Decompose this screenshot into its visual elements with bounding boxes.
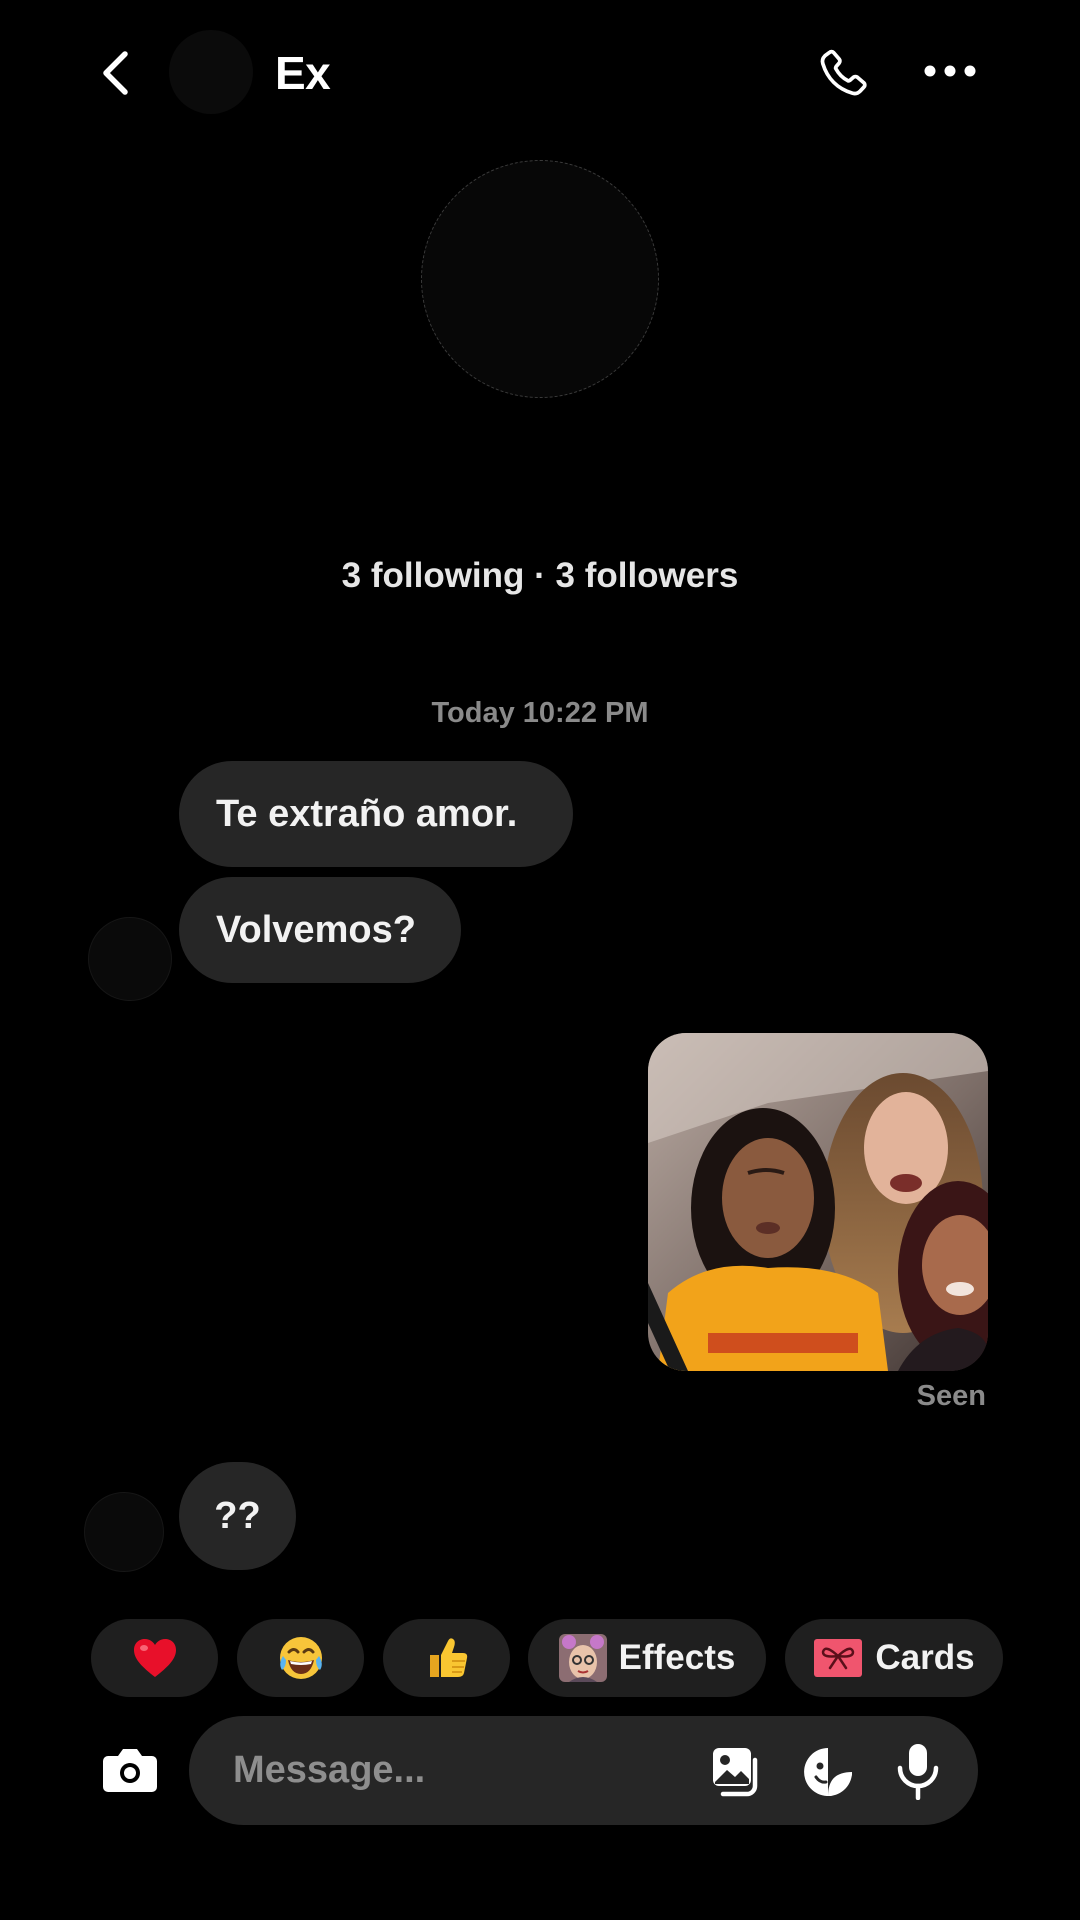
message-bubble[interactable]: ?? xyxy=(179,1462,296,1570)
quick-reply-laugh[interactable] xyxy=(237,1619,364,1697)
message-text: Volvemos? xyxy=(216,908,416,951)
effects-label: Effects xyxy=(618,1638,736,1677)
sender-avatar[interactable] xyxy=(88,917,172,1001)
gift-card-icon xyxy=(814,1639,863,1677)
microphone-icon xyxy=(897,1744,939,1801)
chevron-left-icon xyxy=(103,51,128,95)
cards-button[interactable]: Cards xyxy=(785,1619,1003,1697)
call-button[interactable] xyxy=(814,46,870,102)
thread-timestamp: Today 10:22 PM xyxy=(431,697,649,729)
profile-avatar[interactable] xyxy=(421,160,659,398)
chat-screen: Ex 3 following · 3 followers Today 10:22… xyxy=(0,0,1080,1920)
thumbs-up-icon xyxy=(429,1638,467,1677)
header-avatar[interactable] xyxy=(169,30,253,114)
effects-icon xyxy=(558,1634,607,1682)
effects-button[interactable]: Effects xyxy=(528,1619,766,1697)
photo-thumbnail xyxy=(648,1033,988,1371)
more-options-button[interactable] xyxy=(920,56,980,86)
message-bubble[interactable]: Volvemos? xyxy=(179,877,461,983)
message-input[interactable] xyxy=(233,1738,653,1802)
camera-button[interactable] xyxy=(100,1742,160,1798)
message-composer xyxy=(189,1716,978,1825)
back-button[interactable] xyxy=(95,48,139,98)
contact-name[interactable]: Ex xyxy=(275,46,331,100)
heart-icon xyxy=(133,1639,176,1677)
gallery-icon xyxy=(713,1748,758,1797)
sender-avatar[interactable] xyxy=(84,1492,164,1572)
chat-header: Ex xyxy=(0,0,1080,145)
more-horizontal-icon xyxy=(924,65,976,77)
quick-reply-thumbs-up[interactable] xyxy=(383,1619,510,1697)
message-bubble[interactable]: Te extraño amor. xyxy=(179,761,573,867)
camera-icon xyxy=(103,1749,157,1792)
cards-label: Cards xyxy=(875,1638,975,1677)
profile-stats: 3 following · 3 followers xyxy=(341,556,739,595)
quick-reply-heart[interactable] xyxy=(91,1619,218,1697)
microphone-button[interactable] xyxy=(895,1742,941,1801)
message-text: ?? xyxy=(214,1494,261,1537)
gallery-button[interactable] xyxy=(709,1744,765,1800)
image-message[interactable] xyxy=(648,1033,988,1371)
sticker-icon xyxy=(804,1748,853,1797)
laughing-emoji-icon xyxy=(279,1637,322,1679)
message-text: Te extraño amor. xyxy=(216,792,518,835)
phone-icon xyxy=(820,49,867,96)
sticker-button[interactable] xyxy=(800,1744,856,1800)
seen-indicator: Seen xyxy=(916,1380,986,1412)
